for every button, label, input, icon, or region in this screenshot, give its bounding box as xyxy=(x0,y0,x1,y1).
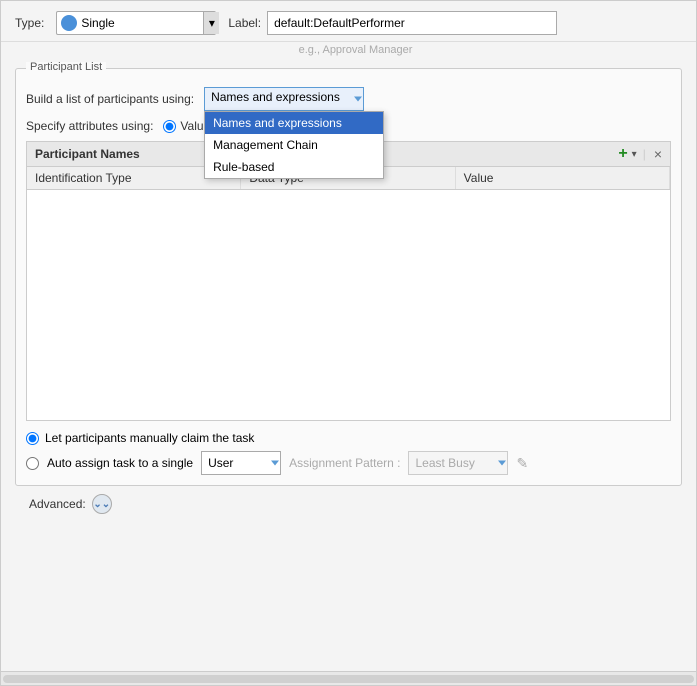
type-selected-text: Single xyxy=(81,16,211,30)
content-area: Participant List Build a list of partici… xyxy=(1,62,696,671)
build-list-dropdown-wrapper[interactable]: Names and expressions Names and expressi… xyxy=(204,87,364,111)
advanced-label: Advanced: xyxy=(29,497,86,511)
auto-assign-row: Auto assign task to a single User Group … xyxy=(26,451,671,475)
build-list-row: Build a list of participants using: Name… xyxy=(26,87,671,111)
col-value: Value xyxy=(456,167,670,189)
pattern-select-wrapper[interactable]: Least Busy Round Robin Random xyxy=(408,451,508,475)
advanced-section: Advanced: ⌄⌄ xyxy=(15,486,682,522)
label-placeholder: e.g., Approval Manager xyxy=(15,42,696,62)
remove-button[interactable]: × xyxy=(654,146,662,162)
build-list-dropdown-display[interactable]: Names and expressions xyxy=(204,87,364,111)
top-bar: Type: Single ▾ Label: xyxy=(1,1,696,42)
specify-label: Specify attributes using: xyxy=(26,119,153,133)
participant-list-group: Participant List Build a list of partici… xyxy=(15,68,682,486)
label-input[interactable] xyxy=(267,11,557,35)
advanced-toggle-button[interactable]: ⌄⌄ xyxy=(92,494,112,514)
pattern-select[interactable]: Least Busy Round Robin Random xyxy=(408,451,508,475)
assignment-pattern-label: Assignment Pattern : xyxy=(289,456,400,470)
table-body xyxy=(27,190,670,420)
add-dropdown-arrow[interactable]: ▾ xyxy=(632,149,637,160)
edit-button[interactable]: ✎ xyxy=(516,455,528,472)
type-select-wrapper[interactable]: Single ▾ xyxy=(56,11,216,35)
participant-names-box: Participant Names + ▾ | × Identification… xyxy=(26,141,671,421)
manual-claim-row: Let participants manually claim the task xyxy=(26,431,671,445)
manual-claim-label: Let participants manually claim the task xyxy=(45,431,254,445)
label-text: Label: xyxy=(228,16,261,30)
bottom-section: Let participants manually claim the task… xyxy=(26,431,671,475)
type-dropdown-arrow[interactable]: ▾ xyxy=(203,12,219,34)
group-legend: Participant List xyxy=(26,62,106,73)
add-button[interactable]: + xyxy=(618,146,627,162)
radio-value-based-input[interactable] xyxy=(163,120,176,133)
manual-claim-radio[interactable] xyxy=(26,432,39,445)
dropdown-item-management[interactable]: Management Chain xyxy=(205,134,383,156)
type-label: Type: xyxy=(15,16,44,30)
participant-names-title: Participant Names xyxy=(35,147,140,161)
assign-type-wrapper[interactable]: User Group Role xyxy=(201,451,281,475)
label-section: Label: xyxy=(228,11,557,35)
scrollbar-track[interactable] xyxy=(3,675,694,683)
assign-type-select[interactable]: User Group Role xyxy=(201,451,281,475)
user-icon xyxy=(61,15,77,31)
build-list-label: Build a list of participants using: xyxy=(26,92,194,106)
build-list-popup: Names and expressions Management Chain R… xyxy=(204,111,384,179)
dropdown-item-names[interactable]: Names and expressions xyxy=(205,112,383,134)
auto-assign-label: Auto assign task to a single xyxy=(47,456,193,470)
dropdown-item-rule[interactable]: Rule-based xyxy=(205,156,383,178)
bottom-scrollbar[interactable] xyxy=(1,671,696,685)
auto-assign-radio[interactable] xyxy=(26,457,39,470)
header-actions: + ▾ | × xyxy=(618,146,662,162)
main-container: Type: Single ▾ Label: e.g., Approval Man… xyxy=(0,0,697,686)
build-list-selected: Names and expressions xyxy=(211,90,340,104)
